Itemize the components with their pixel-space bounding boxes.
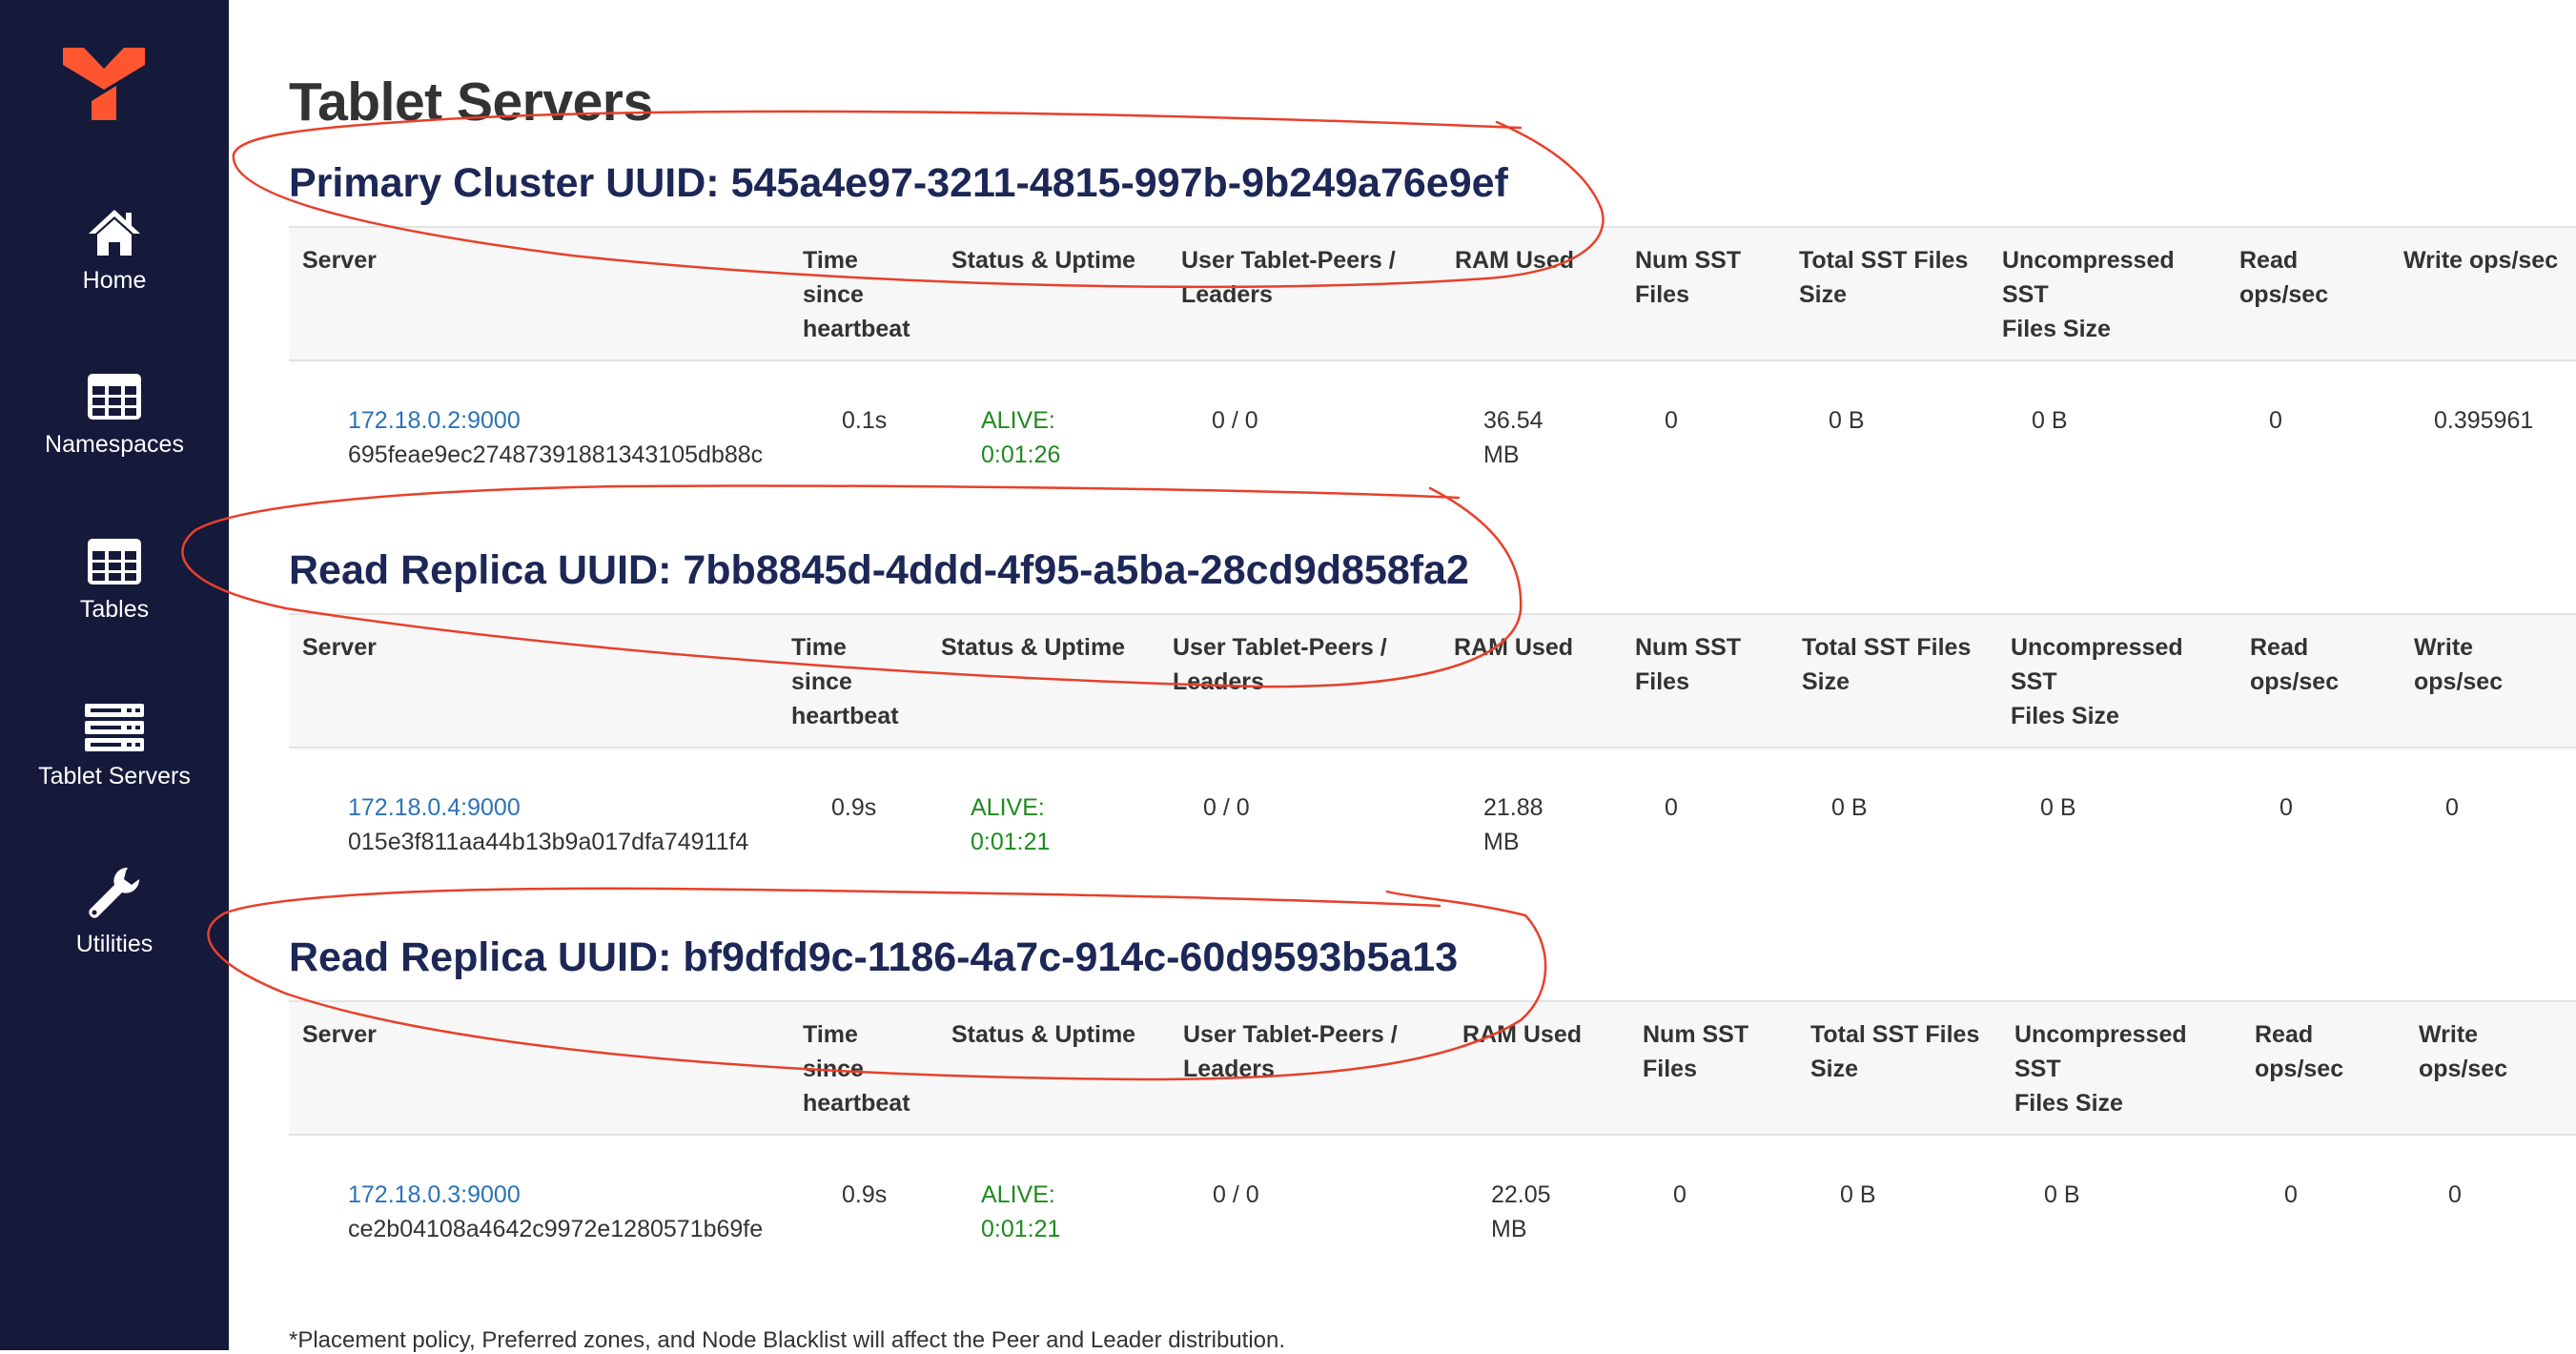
column-header[interactable]: RAM Used xyxy=(1454,630,1573,665)
heartbeat-value: 0.1s xyxy=(842,407,888,434)
cluster-title: Primary Cluster UUID: 545a4e97-3211-4815… xyxy=(289,160,1508,206)
sidebar: Home Namespaces Tables Tablet Servers Ut… xyxy=(0,0,229,1350)
table-header: Server Time since heartbeat Status & Upt… xyxy=(289,613,2576,749)
ram-used-value: 22.05 MB xyxy=(1491,1181,1551,1242)
server-uuid: ce2b04108a4642c9972e1280571b69fe xyxy=(348,1216,764,1242)
column-header[interactable]: User Tablet-Peers / Leaders xyxy=(1183,1017,1398,1086)
column-header[interactable]: Status & Uptime xyxy=(951,1017,1135,1052)
column-header[interactable]: Read ops/sec xyxy=(2250,630,2339,699)
column-header[interactable]: Uncompressed SST Files Size xyxy=(2014,1017,2187,1120)
servers-table: Server Time since heartbeat Status & Upt… xyxy=(289,613,2576,880)
column-header[interactable]: Status & Uptime xyxy=(941,630,1125,665)
uncompressed-sst-value: 0 B xyxy=(2032,407,2068,434)
server-link[interactable]: 172.18.0.2:9000 xyxy=(348,403,521,438)
servers-table: Server Time since heartbeat Status & Upt… xyxy=(289,226,2576,493)
num-sst-value: 0 xyxy=(1665,407,1678,434)
column-header[interactable]: Read ops/sec xyxy=(2239,243,2328,312)
column-header[interactable]: Time since heartbeat xyxy=(803,243,910,346)
column-header[interactable]: Num SST Files xyxy=(1635,630,1741,699)
column-header[interactable]: Total SST Files Size xyxy=(1802,630,1971,699)
column-header[interactable]: Read ops/sec xyxy=(2255,1017,2343,1086)
server-uuid: 695feae9ec27487391881343105db88c xyxy=(348,441,764,468)
column-header[interactable]: Server xyxy=(302,630,377,665)
total-sst-value: 0 B xyxy=(1840,1181,1876,1208)
sidebar-item-home[interactable]: Home xyxy=(0,208,229,351)
column-header[interactable]: RAM Used xyxy=(1455,243,1574,277)
column-header[interactable]: Write ops/sec xyxy=(2414,630,2503,699)
server-link[interactable]: 172.18.0.3:9000 xyxy=(348,1178,521,1212)
table-icon xyxy=(88,539,141,585)
sidebar-item-namespaces[interactable]: Namespaces xyxy=(0,372,229,515)
server-uuid: 015e3f811aa44b13b9a017dfa74911f4 xyxy=(348,829,749,855)
sidebar-item-label: Utilities xyxy=(75,931,153,957)
column-header[interactable]: Write ops/sec xyxy=(2419,1017,2507,1086)
status-uptime: ALIVE: 0:01:26 xyxy=(981,407,1061,468)
page-title: Tablet Servers xyxy=(289,72,653,133)
uncompressed-sst-value: 0 B xyxy=(2040,794,2076,821)
total-sst-value: 0 B xyxy=(1831,794,1868,821)
column-header[interactable]: Status & Uptime xyxy=(951,243,1135,277)
sidebar-item-utilities[interactable]: Utilities xyxy=(0,866,229,1009)
ram-used-value: 36.54 MB xyxy=(1483,407,1544,468)
column-header[interactable]: User Tablet-Peers / Leaders xyxy=(1173,630,1387,699)
cluster-title: Read Replica UUID: 7bb8845d-4ddd-4f95-a5… xyxy=(289,547,1469,593)
table-icon xyxy=(88,374,141,420)
server-link[interactable]: 172.18.0.4:9000 xyxy=(348,790,521,825)
read-ops-value: 0 xyxy=(2284,1181,2298,1208)
num-sst-value: 0 xyxy=(1673,1181,1687,1208)
total-sst-value: 0 B xyxy=(1829,407,1865,434)
column-header[interactable]: Server xyxy=(302,243,377,277)
status-uptime: ALIVE: 0:01:21 xyxy=(971,794,1051,855)
write-ops-value: 0 xyxy=(2448,1181,2462,1208)
write-ops-value: 0.395961 xyxy=(2434,407,2534,434)
column-header[interactable]: Time since heartbeat xyxy=(803,1017,910,1120)
heartbeat-value: 0.9s xyxy=(831,794,877,821)
sidebar-item-label: Home xyxy=(82,267,147,294)
sidebar-item-label: Namespaces xyxy=(45,431,184,458)
num-sst-value: 0 xyxy=(1665,794,1678,821)
column-header[interactable]: Server xyxy=(302,1017,377,1052)
column-header[interactable]: Num SST Files xyxy=(1635,243,1741,312)
read-ops-value: 0 xyxy=(2280,794,2293,821)
column-header[interactable]: Time since heartbeat xyxy=(791,630,899,733)
tablet-peers-value: 0 / 0 xyxy=(1212,407,1258,434)
servers-table: Server Time since heartbeat Status & Upt… xyxy=(289,1000,2576,1267)
read-ops-value: 0 xyxy=(2269,407,2282,434)
column-header[interactable]: Uncompressed SST Files Size xyxy=(2011,630,2183,733)
home-icon xyxy=(89,210,140,256)
sidebar-item-tablet-servers[interactable]: Tablet Servers xyxy=(0,702,229,845)
column-header[interactable]: User Tablet-Peers / Leaders xyxy=(1181,243,1396,312)
sidebar-item-label: Tablet Servers xyxy=(38,763,191,790)
ram-used-value: 21.88 MB xyxy=(1483,794,1544,855)
column-header[interactable]: Num SST Files xyxy=(1643,1017,1748,1086)
tablet-peers-value: 0 / 0 xyxy=(1213,1181,1259,1208)
main-content: Tablet Servers Primary Cluster UUID: 545… xyxy=(229,0,2576,1353)
table-header: Server Time since heartbeat Status & Upt… xyxy=(289,226,2576,361)
wrench-icon xyxy=(89,867,140,918)
column-header[interactable]: Total SST Files Size xyxy=(1810,1017,1979,1086)
column-header[interactable]: RAM Used xyxy=(1462,1017,1582,1052)
column-header[interactable]: Uncompressed SST Files Size xyxy=(2002,243,2175,346)
write-ops-value: 0 xyxy=(2445,794,2459,821)
uncompressed-sst-value: 0 B xyxy=(2044,1181,2080,1208)
sidebar-item-label: Tables xyxy=(79,596,150,623)
cluster-title: Read Replica UUID: bf9dfd9c-1186-4a7c-91… xyxy=(289,934,1459,980)
column-header[interactable]: Total SST Files Size xyxy=(1799,243,1968,312)
heartbeat-value: 0.9s xyxy=(842,1181,888,1208)
server-icon xyxy=(85,704,144,751)
status-uptime: ALIVE: 0:01:21 xyxy=(981,1181,1061,1242)
yugabyte-logo[interactable] xyxy=(63,48,145,120)
tablet-peers-value: 0 / 0 xyxy=(1203,794,1250,821)
sidebar-item-tables[interactable]: Tables xyxy=(0,537,229,680)
column-header[interactable]: Write ops/sec xyxy=(2403,243,2558,277)
table-header: Server Time since heartbeat Status & Upt… xyxy=(289,1000,2576,1136)
